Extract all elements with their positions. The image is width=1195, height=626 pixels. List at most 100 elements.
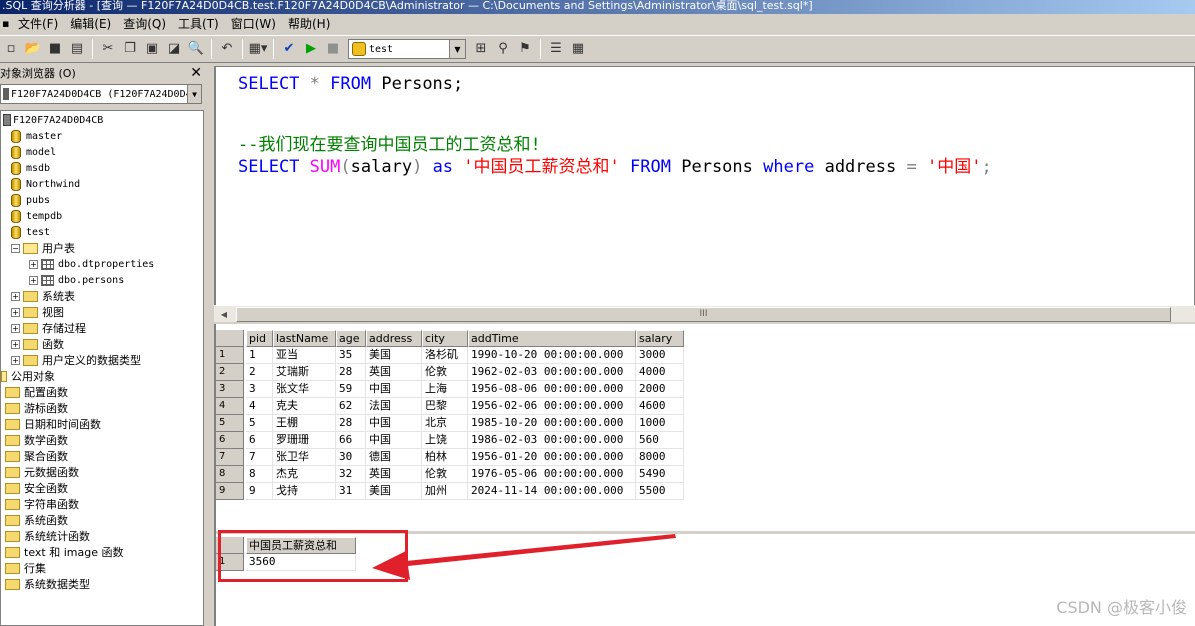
tree-server[interactable]: F120F7A24D0D4CB (3, 112, 103, 128)
grid-cell[interactable]: 法国 (366, 398, 422, 415)
results-mode-icon[interactable]: ▦▾ (248, 39, 268, 59)
grid-cell[interactable]: 洛杉矶 (422, 347, 468, 364)
grid-cell[interactable]: 62 (336, 398, 366, 415)
grid-cell[interactable]: 1956-08-06 00:00:00.000 (468, 381, 636, 398)
tree-db-master[interactable]: master (11, 128, 62, 144)
expand-icon[interactable]: + (11, 339, 20, 349)
tree-db-northwind[interactable]: Northwind (11, 176, 80, 192)
grid-cell[interactable]: 巴黎 (422, 398, 468, 415)
column-header-address[interactable]: address (366, 330, 422, 347)
row-header[interactable]: 5 (216, 415, 244, 432)
grid-cell[interactable]: 亚当 (273, 347, 336, 364)
grid-cell[interactable]: 德国 (366, 449, 422, 466)
tree-folder-functions[interactable]: + 函数 (11, 336, 64, 352)
close-icon[interactable]: ✕ (190, 66, 202, 80)
grid-cell[interactable]: 伦敦 (422, 466, 468, 483)
grid-cell[interactable]: 4000 (636, 364, 684, 381)
grid-cell[interactable]: 66 (336, 432, 366, 449)
save-icon[interactable]: ■ (45, 39, 65, 59)
tree-folder-system-tables[interactable]: + 系统表 (11, 288, 75, 304)
editor-horizontal-scrollbar[interactable]: ◀ III (214, 305, 1195, 322)
grid-cell[interactable]: 3 (246, 381, 273, 398)
row-header[interactable]: 3 (216, 381, 244, 398)
tree-table-dtproperties[interactable]: + dbo.dtproperties (29, 256, 154, 272)
grid-cell[interactable]: 1986-02-03 00:00:00.000 (468, 432, 636, 449)
tree-folder-user-tables[interactable]: − 用户表 (11, 240, 75, 256)
execute-icon[interactable]: ▶ (301, 39, 321, 59)
column-header-sum[interactable]: 中国员工薪资总和 (246, 537, 356, 554)
stop-icon[interactable]: ■ (323, 39, 343, 59)
tree-common-item[interactable]: 系统统计函数 (5, 528, 90, 544)
menu-window[interactable]: 窗口(W) (225, 15, 282, 33)
cut-icon[interactable]: ✂ (98, 39, 118, 59)
scrollbar-thumb[interactable]: III (236, 307, 1171, 322)
tree-folder-views[interactable]: + 视图 (11, 304, 64, 320)
column-header-salary[interactable]: salary (636, 330, 684, 347)
grid-cell[interactable]: 英国 (366, 364, 422, 381)
tree-common-item[interactable]: 数学函数 (5, 432, 68, 448)
grid-cell[interactable]: 1962-02-03 00:00:00.000 (468, 364, 636, 381)
grid-cell[interactable]: 9 (246, 483, 273, 500)
grid-cell[interactable]: 北京 (422, 415, 468, 432)
tree-common-item[interactable]: text 和 image 函数 (5, 544, 123, 560)
grid-icon[interactable]: ▦ (568, 39, 588, 59)
grid-cell[interactable]: 上海 (422, 381, 468, 398)
grid-cell[interactable]: 美国 (366, 347, 422, 364)
grid-cell[interactable]: 30 (336, 449, 366, 466)
grid-cell[interactable]: 罗珊珊 (273, 432, 336, 449)
grid-cell[interactable]: 1985-10-20 00:00:00.000 (468, 415, 636, 432)
grid-cell[interactable]: 美国 (366, 483, 422, 500)
grid-cell[interactable]: 柏林 (422, 449, 468, 466)
tree-common-item[interactable]: 安全函数 (5, 480, 68, 496)
tree-common-item[interactable]: 聚合函数 (5, 448, 68, 464)
grid-cell[interactable]: 上饶 (422, 432, 468, 449)
grid-cell[interactable]: 31 (336, 483, 366, 500)
grid-cell[interactable]: 32 (336, 466, 366, 483)
tree-common-item[interactable]: 日期和时间函数 (5, 416, 101, 432)
tree-db-test[interactable]: test (11, 224, 50, 240)
clear-icon[interactable]: ◪ (164, 39, 184, 59)
menu-query[interactable]: 查询(Q) (117, 15, 172, 33)
grid-cell[interactable]: 35 (336, 347, 366, 364)
grid-cell[interactable]: 中国 (366, 381, 422, 398)
grid-cell[interactable]: 2024-11-14 00:00:00.000 (468, 483, 636, 500)
undo-icon[interactable]: ↶ (217, 39, 237, 59)
row-header[interactable]: 1 (216, 554, 244, 571)
scroll-left-icon[interactable]: ◀ (216, 307, 232, 322)
collapse-icon[interactable]: − (11, 243, 20, 253)
row-header[interactable]: 8 (216, 466, 244, 483)
grid-cell[interactable]: 中国 (366, 432, 422, 449)
load-script-icon[interactable]: ▤ (67, 39, 87, 59)
grid-cell[interactable]: 2000 (636, 381, 684, 398)
grid-cell[interactable]: 8 (246, 466, 273, 483)
grid-cell[interactable]: 8000 (636, 449, 684, 466)
menu-help[interactable]: 帮助(H) (282, 15, 336, 33)
tree-table-persons[interactable]: + dbo.persons (29, 272, 124, 288)
grid-cell[interactable]: 1956-01-20 00:00:00.000 (468, 449, 636, 466)
grid-cell[interactable]: 英国 (366, 466, 422, 483)
grid-cell[interactable]: 王棚 (273, 415, 336, 432)
expand-icon[interactable]: + (11, 323, 20, 333)
copy-icon[interactable]: ❐ (120, 39, 140, 59)
row-header[interactable]: 6 (216, 432, 244, 449)
grid-cell[interactable]: 28 (336, 364, 366, 381)
column-header-addtime[interactable]: addTime (468, 330, 636, 347)
menu-file[interactable]: 文件(F) (12, 15, 64, 33)
grid-cell[interactable]: 1976-05-06 00:00:00.000 (468, 466, 636, 483)
tree-folder-procedures[interactable]: + 存储过程 (11, 320, 86, 336)
expand-icon[interactable]: + (11, 291, 20, 301)
tree-db-msdb[interactable]: msdb (11, 160, 50, 176)
grid-cell[interactable]: 5500 (636, 483, 684, 500)
grid-corner[interactable] (216, 330, 244, 347)
grid-cell[interactable]: 1990-10-20 00:00:00.000 (468, 347, 636, 364)
paste-icon[interactable]: ▣ (142, 39, 162, 59)
server-select[interactable]: F120F7A24D0D4CB (F120F7A24D0D4 ▼ (0, 84, 202, 104)
grid-cell[interactable]: 2 (246, 364, 273, 381)
row-header[interactable]: 4 (216, 398, 244, 415)
menu-edit[interactable]: 编辑(E) (64, 15, 117, 33)
grid-cell[interactable]: 张文华 (273, 381, 336, 398)
grid-cell[interactable]: 1956-02-06 00:00:00.000 (468, 398, 636, 415)
grid-cell[interactable]: 1 (246, 347, 273, 364)
grid-cell[interactable]: 4600 (636, 398, 684, 415)
tree-common-item[interactable]: 系统数据类型 (5, 576, 90, 592)
